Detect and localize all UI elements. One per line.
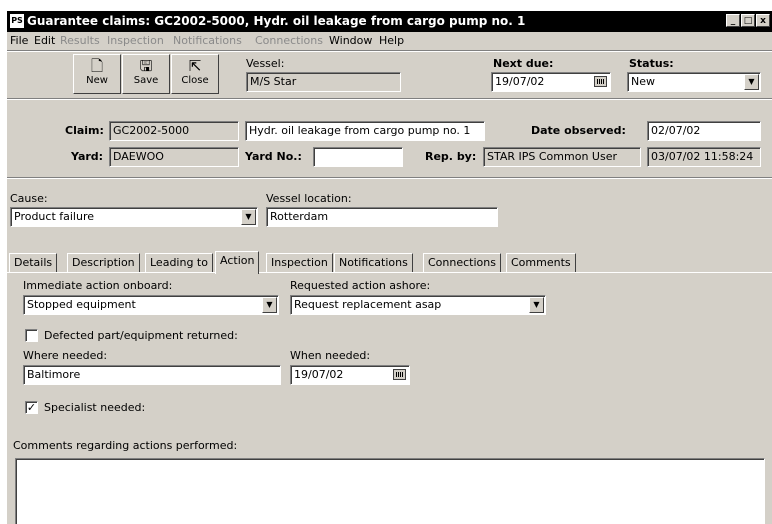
window-title: Guarantee claims: GC2002-5000, Hydr. oil… xyxy=(27,14,526,28)
comments-textarea[interactable] xyxy=(15,458,765,524)
floppy-icon: 🖫 xyxy=(139,57,153,75)
where-needed-label: Where needed: xyxy=(23,349,108,362)
requested-action-select[interactable]: Request replacement asap ▼ xyxy=(290,295,546,315)
chevron-down-icon[interactable]: ▼ xyxy=(529,297,544,313)
next-due-field[interactable]: 19/07/02 xyxy=(491,72,611,92)
document-icon: 🗋 xyxy=(90,57,104,75)
save-button-label: Save xyxy=(133,75,159,86)
menu-edit[interactable]: Edit xyxy=(34,34,55,47)
specialist-needed-checkbox[interactable]: ✓ xyxy=(25,401,38,414)
door-exit-icon: ⇱ xyxy=(188,57,202,75)
close-button-label: Close xyxy=(181,75,209,86)
requested-action-label: Requested action ashore: xyxy=(290,279,431,292)
menu-results[interactable]: Results xyxy=(60,34,100,47)
status-label: Status: xyxy=(629,57,674,70)
next-due-value: 19/07/02 xyxy=(495,75,545,88)
menu-file[interactable]: File xyxy=(10,34,28,47)
calendar-icon[interactable] xyxy=(594,76,607,87)
save-button[interactable]: 🖫 Save xyxy=(122,54,170,94)
vessel-label: Vessel: xyxy=(246,57,285,70)
claim-separator xyxy=(7,177,772,179)
minimize-button[interactable]: _ xyxy=(726,14,740,27)
claim-number-field[interactable]: GC2002-5000 xyxy=(109,121,239,141)
immediate-action-label: Immediate action onboard: xyxy=(23,279,173,292)
new-button-label: New xyxy=(86,75,108,86)
cause-select[interactable]: Product failure ▼ xyxy=(10,207,258,227)
menu-window[interactable]: Window xyxy=(329,34,372,47)
comments-label: Comments regarding actions performed: xyxy=(13,439,238,452)
chevron-down-icon[interactable]: ▼ xyxy=(241,209,256,225)
status-value: New xyxy=(631,75,655,88)
yard-field[interactable]: DAEWOO xyxy=(109,147,239,167)
chevron-down-icon[interactable]: ▼ xyxy=(744,74,759,90)
claim-title-field[interactable]: Hydr. oil leakage from cargo pump no. 1 xyxy=(245,121,485,141)
requested-action-value: Request replacement asap xyxy=(294,298,442,311)
defected-returned-checkbox[interactable] xyxy=(25,329,38,342)
claim-label: Claim: xyxy=(65,124,104,137)
date-observed-field[interactable]: 02/07/02 xyxy=(647,121,761,141)
date-observed-label: Date observed: xyxy=(531,124,626,137)
chevron-down-icon[interactable]: ▼ xyxy=(262,297,277,313)
tab-leading-to[interactable]: Leading to xyxy=(145,253,213,273)
calendar-icon[interactable] xyxy=(393,369,406,380)
app-icon: PS xyxy=(10,14,24,28)
next-due-label: Next due: xyxy=(493,57,554,70)
tab-description[interactable]: Description xyxy=(67,253,140,273)
menu-inspection[interactable]: Inspection xyxy=(107,34,164,47)
menu-separator xyxy=(7,50,772,52)
menu-help[interactable]: Help xyxy=(379,34,404,47)
rep-by-field[interactable]: STAR IPS Common User xyxy=(483,147,641,167)
menu-notifications[interactable]: Notifications xyxy=(173,34,242,47)
where-needed-field[interactable]: Baltimore xyxy=(23,365,281,385)
tab-comments[interactable]: Comments xyxy=(506,253,576,273)
close-button[interactable]: ⇱ Close xyxy=(171,54,219,94)
title-bar: PS Guarantee claims: GC2002-5000, Hydr. … xyxy=(7,11,772,32)
vessel-location-field[interactable]: Rotterdam xyxy=(266,207,498,227)
when-needed-label: When needed: xyxy=(290,349,371,362)
tab-notifications[interactable]: Notifications xyxy=(334,253,413,273)
immediate-action-select[interactable]: Stopped equipment ▼ xyxy=(23,295,279,315)
when-needed-field[interactable]: 19/07/02 xyxy=(290,365,410,385)
close-window-button[interactable]: x xyxy=(756,14,770,27)
tab-details[interactable]: Details xyxy=(9,253,58,273)
tab-strip: Details Description Leading to Action In… xyxy=(7,251,772,274)
header-separator xyxy=(7,98,772,100)
tab-action[interactable]: Action xyxy=(215,251,260,274)
menu-bar: File Edit Results Inspection Notificatio… xyxy=(7,32,772,50)
vessel-location-label: Vessel location: xyxy=(266,192,352,205)
menu-connections[interactable]: Connections xyxy=(255,34,323,47)
when-needed-value: 19/07/02 xyxy=(294,368,344,381)
yard-no-label: Yard No.: xyxy=(245,150,302,163)
rep-date-field[interactable]: 03/07/02 11:58:24 xyxy=(647,147,761,167)
tab-panel-border xyxy=(7,272,772,273)
cause-value: Product failure xyxy=(14,210,95,223)
yard-label: Yard: xyxy=(71,150,104,163)
status-select[interactable]: New ▼ xyxy=(627,72,761,92)
rep-by-label: Rep. by: xyxy=(425,150,477,163)
specialist-needed-label: Specialist needed: xyxy=(44,401,146,414)
new-button[interactable]: 🗋 New xyxy=(73,54,121,94)
tab-connections[interactable]: Connections xyxy=(423,253,501,273)
immediate-action-value: Stopped equipment xyxy=(27,298,136,311)
cause-label: Cause: xyxy=(10,192,48,205)
maximize-button[interactable]: □ xyxy=(741,14,755,27)
vessel-field[interactable]: M/S Star xyxy=(246,72,401,92)
tab-inspection[interactable]: Inspection xyxy=(266,253,333,273)
claim-window: PS Guarantee claims: GC2002-5000, Hydr. … xyxy=(6,10,772,524)
defected-returned-label: Defected part/equipment returned: xyxy=(44,329,238,342)
yard-no-field[interactable] xyxy=(313,147,403,167)
